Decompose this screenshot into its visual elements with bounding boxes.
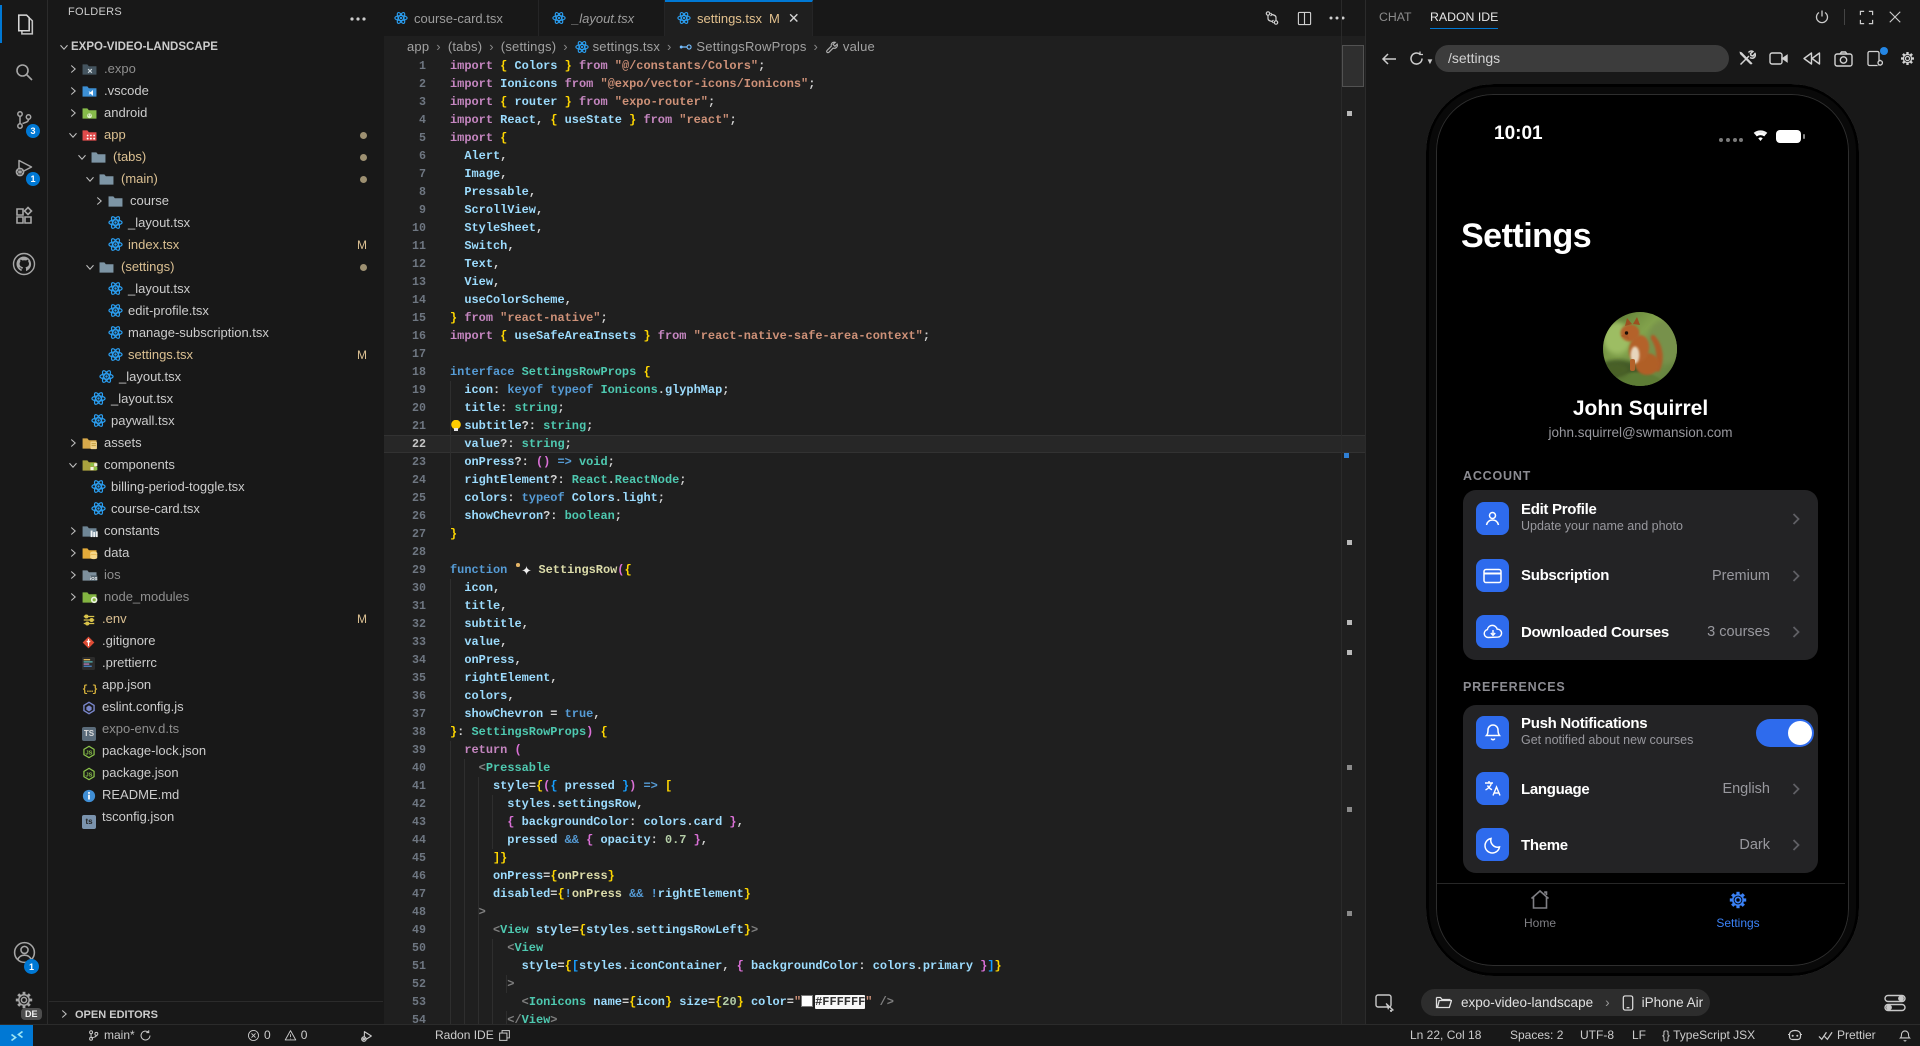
svg-text:iOS: iOS [90, 576, 98, 581]
svg-text:JS: JS [86, 773, 93, 779]
svg-text:JS: JS [86, 751, 93, 757]
